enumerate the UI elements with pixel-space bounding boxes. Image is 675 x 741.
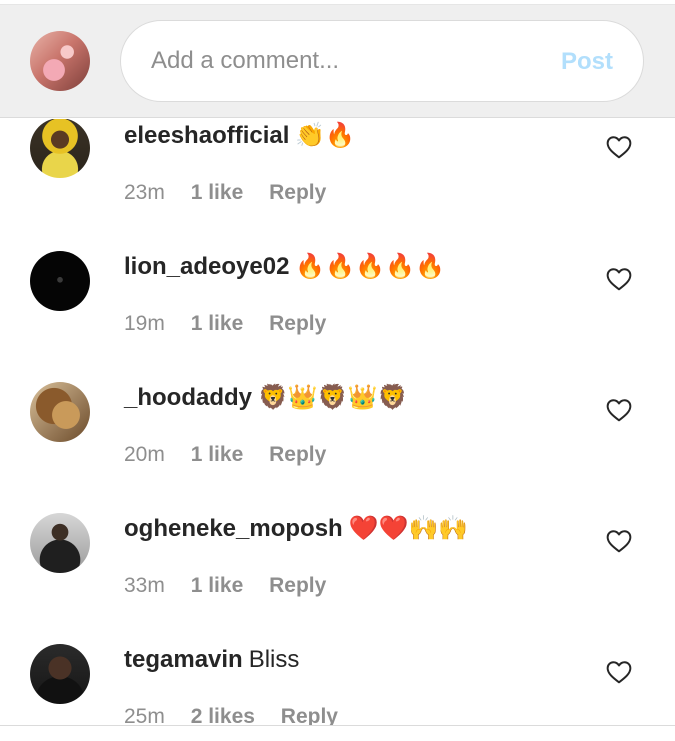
comment-meta: 20m 1 like Reply	[124, 440, 346, 470]
current-user-avatar	[30, 31, 90, 91]
comment-line: ogheneke_moposh ❤️❤️🙌🙌	[124, 512, 468, 546]
comment-time: 23m	[124, 181, 165, 204]
comment-username[interactable]: eleeshaofficial	[124, 122, 289, 149]
avatar[interactable]	[30, 119, 90, 178]
comment-item: ogheneke_moposh ❤️❤️🙌🙌 33m 1 like Reply	[0, 512, 675, 643]
comment-meta: 33m 1 like Reply	[124, 571, 346, 601]
comment-likes[interactable]: 1 like	[191, 443, 244, 466]
comment-composer: Post	[0, 5, 675, 118]
comment-username[interactable]: ogheneke_moposh	[124, 515, 343, 542]
comment-line: lion_adeoye02 🔥🔥🔥🔥🔥	[124, 250, 445, 284]
avatar[interactable]	[30, 251, 90, 311]
comment-item: eleeshaofficial 👏🔥 23m 1 like Reply	[0, 119, 675, 250]
comment-text: 🦁👑🦁👑🦁	[258, 384, 408, 411]
comment-meta: 25m 2 likes Reply	[124, 702, 358, 725]
heart-outline-icon[interactable]	[606, 660, 632, 684]
comment-line: _hoodaddy 🦁👑🦁👑🦁	[124, 381, 407, 415]
comment-line: tegamavin Bliss	[124, 643, 299, 677]
comment-time: 20m	[124, 443, 165, 466]
reply-button[interactable]: Reply	[281, 705, 338, 725]
heart-outline-icon[interactable]	[606, 529, 632, 553]
comment-item: tegamavin Bliss 25m 2 likes Reply	[0, 643, 675, 725]
comment-line: eleeshaofficial 👏🔥	[124, 119, 355, 153]
comment-username[interactable]: tegamavin	[124, 646, 243, 673]
comment-list: eleeshaofficial 👏🔥 23m 1 like Reply lion_…	[0, 119, 675, 725]
reply-button[interactable]: Reply	[269, 181, 326, 204]
heart-outline-icon[interactable]	[606, 135, 632, 159]
heart-outline-icon[interactable]	[606, 267, 632, 291]
comment-text: 👏🔥	[295, 122, 356, 149]
comment-text: 🔥🔥🔥🔥🔥	[295, 253, 445, 280]
comment-text: Bliss	[248, 646, 300, 673]
reply-button[interactable]: Reply	[269, 312, 326, 335]
avatar[interactable]	[30, 513, 90, 573]
comment-time: 33m	[124, 574, 165, 597]
bottom-divider	[0, 725, 675, 741]
comment-item: _hoodaddy 🦁👑🦁👑🦁 20m 1 like Reply	[0, 381, 675, 512]
avatar[interactable]	[30, 382, 90, 442]
comment-username[interactable]: lion_adeoye02	[124, 253, 289, 280]
comment-likes[interactable]: 1 like	[191, 181, 244, 204]
comment-likes[interactable]: 2 likes	[191, 705, 255, 725]
comment-meta: 23m 1 like Reply	[124, 178, 346, 208]
avatar[interactable]	[30, 644, 90, 704]
comment-input-container: Post	[120, 20, 644, 102]
reply-button[interactable]: Reply	[269, 443, 326, 466]
reply-button[interactable]: Reply	[269, 574, 326, 597]
comment-time: 25m	[124, 705, 165, 725]
comment-likes[interactable]: 1 like	[191, 574, 244, 597]
comment-username[interactable]: _hoodaddy	[124, 384, 252, 411]
comment-input[interactable]	[151, 41, 541, 81]
comment-likes[interactable]: 1 like	[191, 312, 244, 335]
comment-time: 19m	[124, 312, 165, 335]
heart-outline-icon[interactable]	[606, 398, 632, 422]
post-button[interactable]: Post	[561, 45, 613, 79]
comment-text: ❤️❤️🙌🙌	[348, 515, 469, 542]
comment-item: lion_adeoye02 🔥🔥🔥🔥🔥 19m 1 like Reply	[0, 250, 675, 381]
comment-meta: 19m 1 like Reply	[124, 309, 346, 339]
